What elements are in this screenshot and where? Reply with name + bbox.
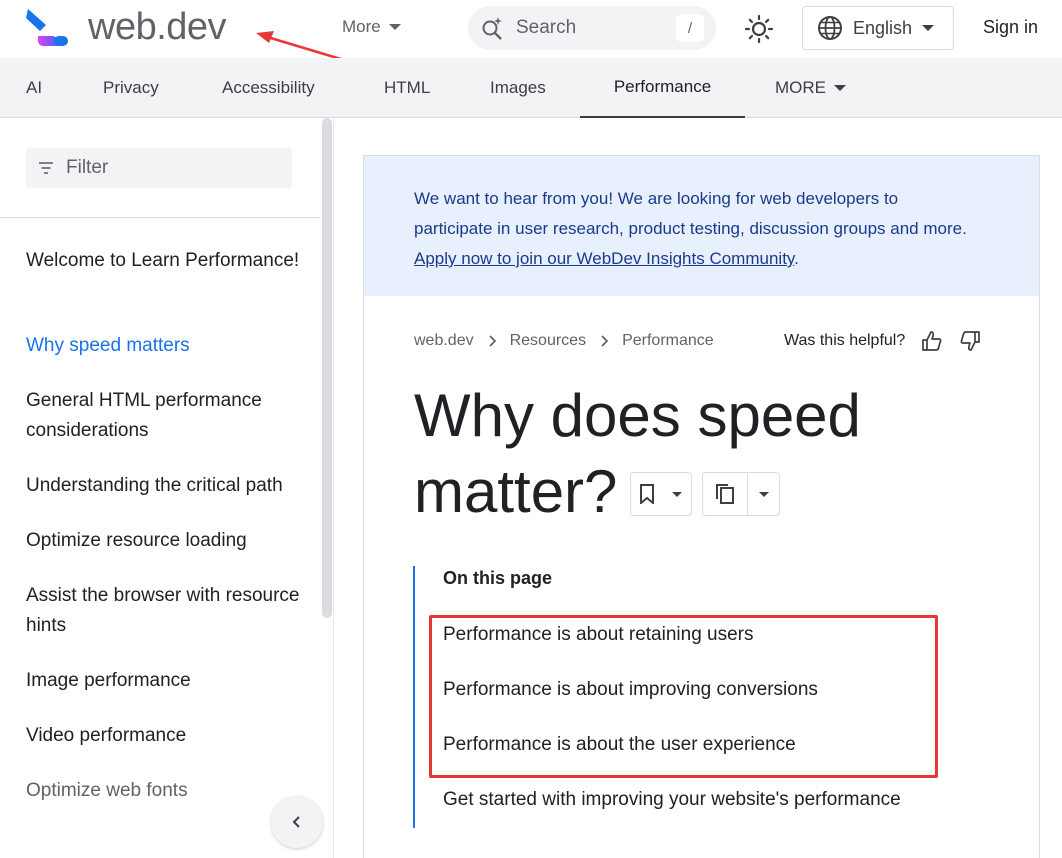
- sidebar-scrollbar[interactable]: [322, 118, 332, 618]
- toc-title: On this page: [443, 568, 553, 588]
- sidebar-item-general-html[interactable]: General HTML performance considerations: [26, 386, 316, 446]
- sign-in-button[interactable]: Sign in: [983, 17, 1038, 38]
- copy-button[interactable]: [702, 472, 780, 516]
- filter-icon: [39, 162, 53, 174]
- tab-more[interactable]: MORE: [775, 58, 846, 118]
- helpful-label: Was this helpful?: [784, 332, 906, 349]
- theme-toggle-button[interactable]: [742, 12, 776, 46]
- globe-icon: [818, 16, 842, 40]
- feedback-banner: We want to hear from you! We are looking…: [364, 156, 1039, 296]
- chevron-left-icon: [292, 816, 300, 828]
- search-input[interactable]: [516, 17, 666, 39]
- sidebar-item-critical-path[interactable]: Understanding the critical path: [26, 471, 316, 501]
- sidebar-item-video-performance[interactable]: Video performance: [26, 721, 316, 751]
- chevron-right-icon: [488, 335, 496, 347]
- breadcrumb: web.dev Resources Performance: [414, 332, 714, 350]
- sidebar: Welcome to Learn Performance! Why speed …: [0, 118, 334, 858]
- filter-input[interactable]: [66, 157, 266, 179]
- caret-down-icon: [388, 24, 401, 30]
- search-sparkle-icon: [482, 17, 502, 40]
- insights-community-link[interactable]: Apply now to join our WebDev Insights Co…: [414, 249, 794, 268]
- toc-item-get-started[interactable]: Get started with improving your website'…: [443, 789, 901, 811]
- tab-html[interactable]: HTML: [384, 58, 430, 118]
- thumb-up-icon[interactable]: [921, 330, 943, 352]
- filter-box[interactable]: [26, 148, 292, 188]
- tab-accessibility[interactable]: Accessibility: [222, 58, 315, 118]
- more-menu-label: More: [342, 17, 381, 36]
- search-bar[interactable]: /: [468, 6, 716, 50]
- tab-more-label: MORE: [775, 78, 826, 97]
- caret-down-icon: [834, 85, 846, 91]
- sidebar-item-image-performance[interactable]: Image performance: [26, 666, 316, 696]
- brand-name[interactable]: web.dev: [88, 6, 227, 49]
- search-shortcut-hint: /: [676, 14, 704, 42]
- more-menu-button[interactable]: More: [342, 17, 401, 37]
- breadcrumb-item-performance[interactable]: Performance: [622, 332, 714, 350]
- sidebar-item-why-speed-matters[interactable]: Why speed matters: [26, 331, 316, 361]
- language-label: English: [853, 17, 913, 38]
- sidebar-divider: [0, 217, 320, 218]
- collapse-sidebar-button[interactable]: [271, 796, 323, 848]
- banner-link-line: Apply now to join our WebDev Insights Co…: [414, 244, 1039, 274]
- tab-ai[interactable]: AI: [26, 58, 42, 118]
- copy-dropdown-icon[interactable]: [747, 473, 779, 515]
- tab-images[interactable]: Images: [490, 58, 546, 118]
- sidebar-item-resource-loading[interactable]: Optimize resource loading: [26, 526, 316, 556]
- sun-icon: [744, 14, 774, 44]
- bookmark-icon: [631, 473, 663, 515]
- caret-down-icon: [922, 25, 935, 31]
- sidebar-item-welcome[interactable]: Welcome to Learn Performance!: [26, 246, 316, 276]
- annotation-highlight-box: [429, 615, 938, 778]
- breadcrumb-item-resources[interactable]: Resources: [510, 332, 586, 350]
- tab-performance[interactable]: Performance: [580, 58, 745, 118]
- sidebar-item-web-fonts[interactable]: Optimize web fonts: [26, 776, 316, 806]
- chevron-right-icon: [601, 335, 609, 347]
- tab-privacy[interactable]: Privacy: [103, 58, 159, 118]
- breadcrumb-item-webdev[interactable]: web.dev: [414, 332, 474, 350]
- title-actions: [630, 472, 780, 516]
- section-tabs: AI Privacy Accessibility HTML Images Per…: [0, 58, 1062, 118]
- language-selector[interactable]: English: [802, 6, 954, 50]
- bookmark-dropdown-icon: [663, 473, 691, 515]
- webdev-logo-icon[interactable]: [24, 6, 70, 50]
- bookmark-button[interactable]: [630, 472, 692, 516]
- helpful-feedback: Was this helpful?: [784, 330, 981, 352]
- thumb-down-icon[interactable]: [959, 330, 981, 352]
- sidebar-item-resource-hints[interactable]: Assist the browser with resource hints: [26, 581, 316, 641]
- banner-text-line-2: participate in user research, product te…: [414, 219, 967, 238]
- top-header: web.dev More /: [0, 0, 1062, 62]
- copy-icon: [703, 473, 747, 515]
- banner-link-suffix: .: [794, 249, 799, 268]
- banner-text-line-1: We want to hear from you! We are looking…: [414, 189, 899, 208]
